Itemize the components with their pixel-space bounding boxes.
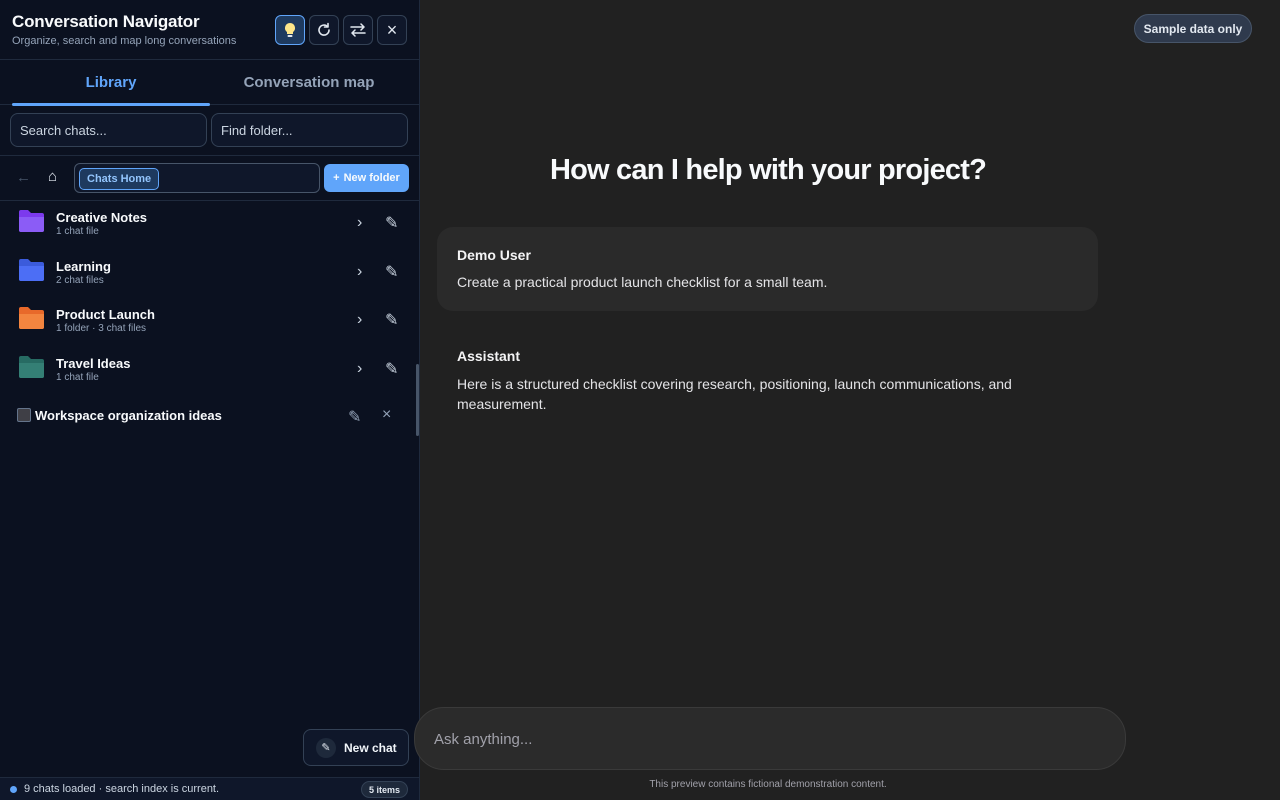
folder-item-product-launch[interactable]: Product Launch 1 folder · 3 chat files ›…: [0, 298, 419, 347]
folder-item-creative-notes[interactable]: Creative Notes 1 chat file › ✎: [0, 201, 419, 250]
refresh-icon: [318, 22, 330, 36]
new-chat-label: New chat: [344, 740, 397, 755]
status-text: 9 chats loaded · search index is current…: [24, 783, 220, 795]
find-folder-input[interactable]: [211, 113, 408, 147]
navigator-sidebar: Conversation Navigator Organize, search …: [0, 0, 420, 800]
lightbulb-button[interactable]: [275, 15, 305, 45]
tab-conversation-map[interactable]: Conversation map: [210, 60, 408, 105]
folder-list: Creative Notes 1 chat file › ✎ Learning …: [0, 201, 419, 395]
message-text: Create a practical product launch checkl…: [457, 274, 828, 290]
pencil-icon[interactable]: ✎: [385, 262, 398, 282]
folder-meta: 2 chat files: [56, 274, 104, 286]
note-label: Workspace organization ideas: [35, 408, 222, 423]
path-row: ← ⌂ Chats Home + New folder: [0, 156, 419, 201]
pencil-icon[interactable]: ✎: [348, 407, 361, 427]
home-icon[interactable]: ⌂: [48, 168, 57, 185]
message-user: Demo User Create a practical product lau…: [437, 227, 1098, 311]
footer-note: This preview contains fictional demonstr…: [649, 779, 887, 790]
folder-icon: [19, 210, 44, 232]
lightbulb-icon: [285, 23, 295, 37]
page-title: How can I help with your project?: [549, 154, 987, 186]
close-icon[interactable]: ×: [382, 406, 391, 424]
chat-main: Sample data only How can I help with you…: [414, 0, 1280, 800]
breadcrumb-chats-home[interactable]: Chats Home: [79, 168, 160, 190]
sidebar-scrollbar[interactable]: [416, 364, 419, 436]
folder-name: Product Launch: [56, 307, 155, 322]
folder-name: Travel Ideas: [56, 355, 131, 371]
folder-meta: 1 chat file: [56, 226, 99, 237]
pencil-icon: ✎: [316, 737, 336, 758]
folder-icon: [19, 258, 44, 281]
sidebar-header: Conversation Navigator Organize, search …: [0, 0, 419, 60]
chevron-right-icon[interactable]: ›: [357, 311, 362, 329]
status-dot-icon: [10, 786, 17, 793]
close-button[interactable]: ×: [377, 15, 407, 45]
sample-data-badge: Sample data only: [1134, 14, 1252, 43]
message-text: Here is a structured checklist covering …: [457, 376, 1012, 412]
swap-button[interactable]: [343, 15, 373, 45]
pencil-icon[interactable]: ✎: [385, 213, 398, 233]
message-assistant: Assistant Here is a structured checklist…: [437, 340, 1098, 430]
folder-item-travel-ideas[interactable]: Travel Ideas 1 chat file › ✎: [0, 347, 419, 396]
chevron-right-icon[interactable]: ›: [357, 214, 362, 232]
new-folder-button[interactable]: + New folder: [324, 164, 409, 192]
chevron-right-icon[interactable]: ›: [357, 263, 362, 281]
close-icon: ×: [386, 20, 398, 40]
note-checkbox[interactable]: [17, 408, 31, 422]
app-subtitle: Organize, search and map long conversati…: [12, 35, 237, 47]
composer[interactable]: [414, 707, 1126, 770]
folder-name: Learning: [56, 258, 111, 274]
search-chats-input[interactable]: [10, 113, 207, 147]
folder-icon: [19, 307, 44, 329]
breadcrumb[interactable]: Chats Home: [74, 163, 320, 193]
items-count-badge: 5 items: [361, 781, 409, 798]
status-bar: 9 chats loaded · search index is current…: [0, 777, 419, 800]
pencil-icon[interactable]: ✎: [385, 359, 398, 379]
plus-icon: +: [333, 172, 340, 184]
back-arrow-icon[interactable]: ←: [16, 169, 31, 186]
sidebar-tabs: Library Conversation map: [0, 60, 419, 106]
tab-library[interactable]: Library: [12, 60, 210, 106]
folder-meta: 1 folder · 3 chat files: [56, 323, 147, 334]
swap-icon: [350, 23, 366, 37]
refresh-button[interactable]: [309, 15, 339, 45]
app-title: Conversation Navigator: [12, 12, 200, 31]
search-row: [0, 105, 419, 156]
message-author: Assistant: [457, 348, 521, 364]
folder-meta: 1 chat file: [56, 371, 99, 383]
new-chat-button[interactable]: ✎ New chat: [303, 729, 409, 766]
folder-name: Creative Notes: [56, 210, 148, 225]
chevron-right-icon[interactable]: ›: [357, 360, 362, 378]
folder-icon: [19, 355, 44, 378]
message-author: Demo User: [457, 247, 531, 263]
composer-input[interactable]: [434, 728, 1034, 750]
list-item-note[interactable]: Workspace organization ideas ✎ ×: [0, 401, 419, 431]
folder-item-learning[interactable]: Learning 2 chat files › ✎: [0, 250, 419, 299]
new-folder-label: New folder: [343, 172, 400, 184]
pencil-icon[interactable]: ✎: [385, 310, 398, 330]
